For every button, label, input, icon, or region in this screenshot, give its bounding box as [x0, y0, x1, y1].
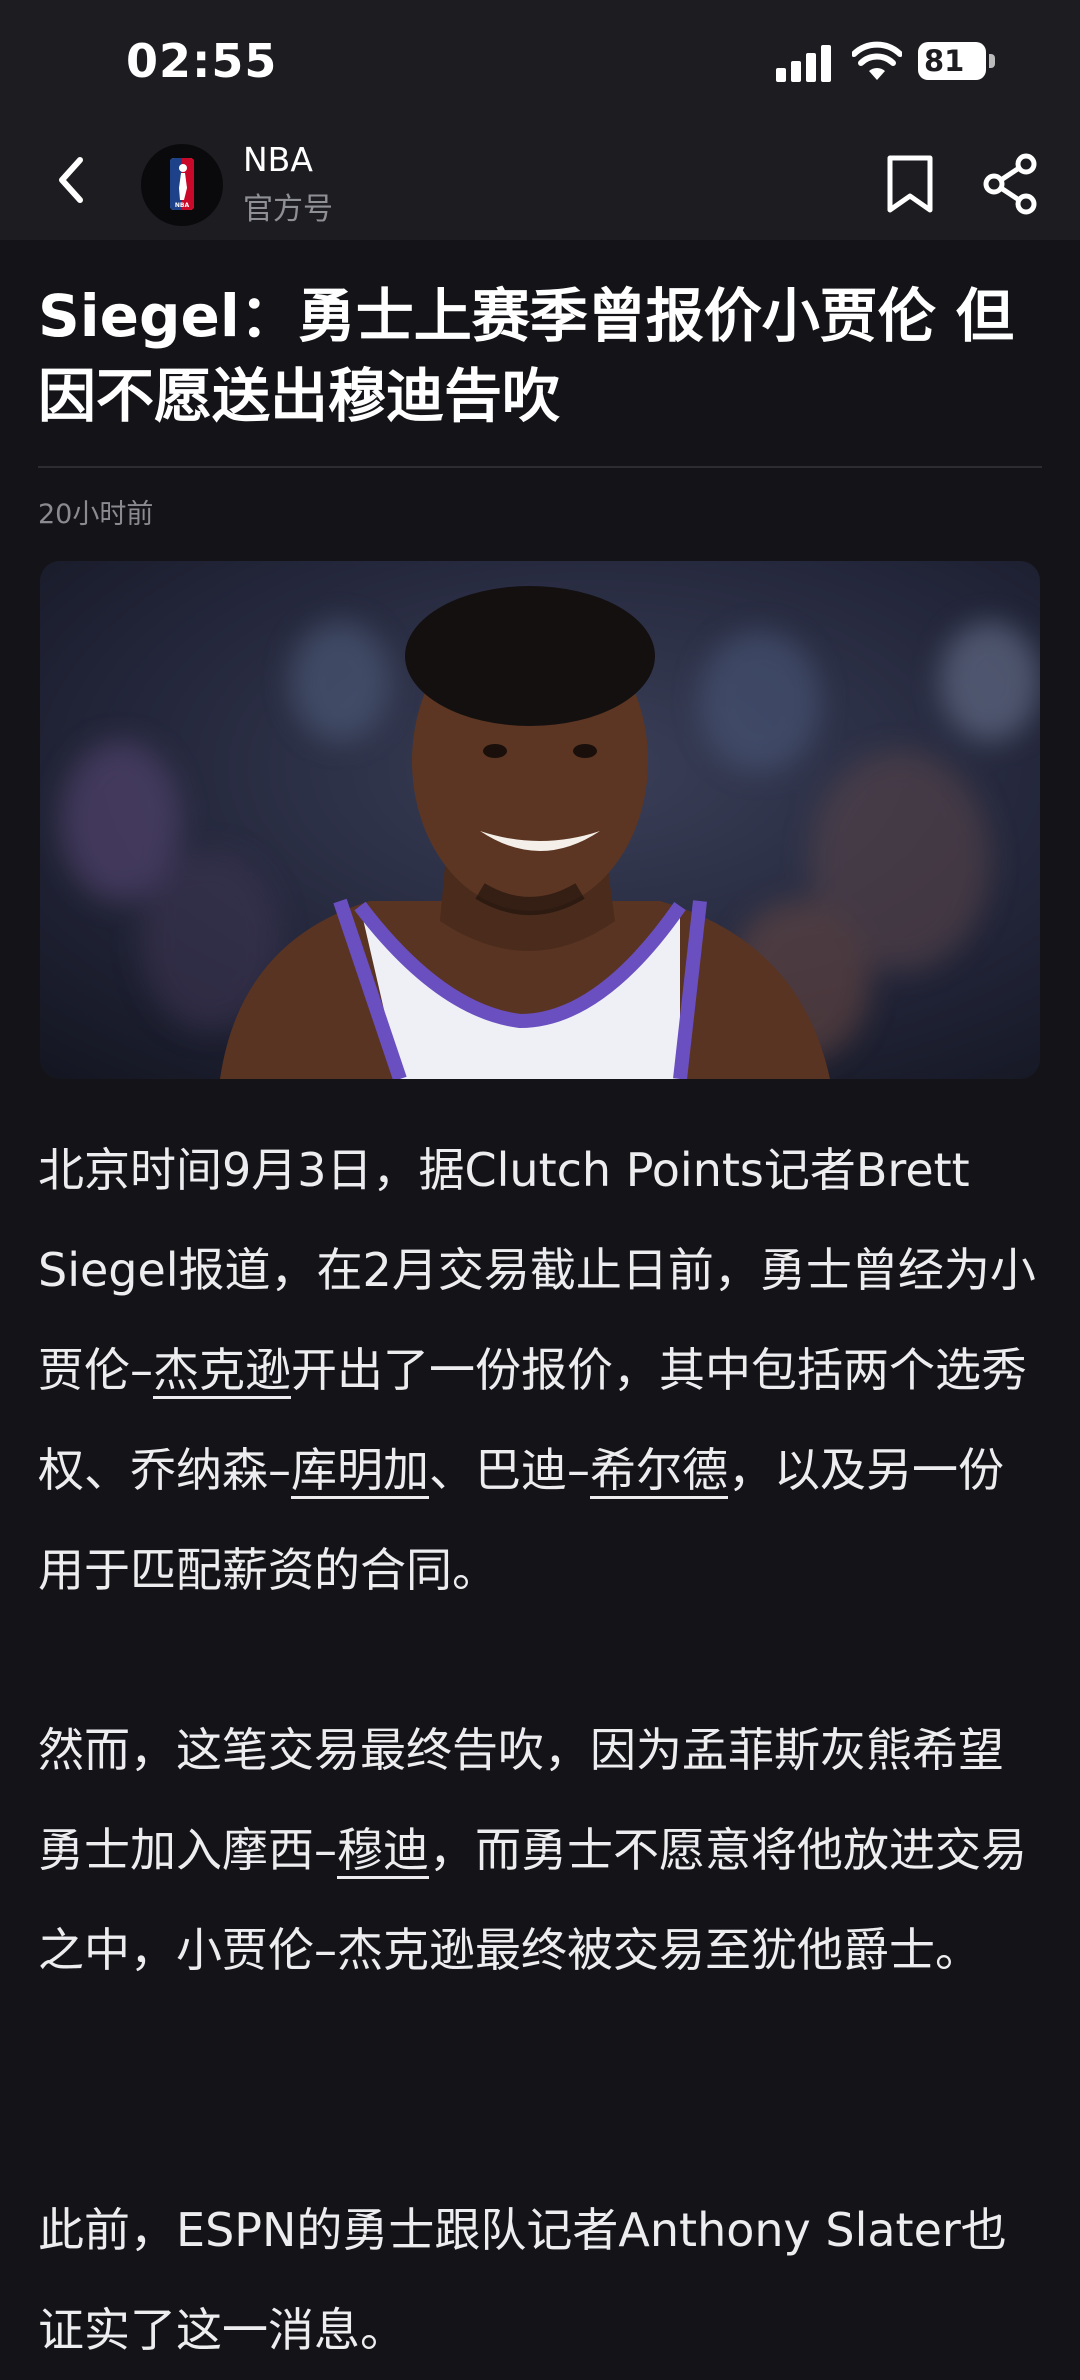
publish-time: 20小时前: [38, 499, 154, 530]
article-photo[interactable]: [40, 561, 1040, 1079]
signal-icon: [776, 45, 831, 82]
article-paragraph-2: 然而，这笔交易最终告吹，因为孟菲斯灰熊希望勇士加入摩西–穆迪，而勇士不愿意将他放…: [38, 1700, 1048, 2000]
back-icon[interactable]: [46, 150, 96, 210]
article-headline: Siegel：勇士上赛季曾报价小贾伦 但因不愿送出穆迪告吹: [38, 282, 1014, 430]
article-nav-bar: NBA NBA 官方号: [0, 130, 1080, 240]
player-link-kuminga[interactable]: 库明加: [291, 1443, 429, 1497]
battery-icon: 81: [918, 42, 998, 82]
player-link-hield[interactable]: 希尔德: [590, 1443, 728, 1497]
wifi-icon: [852, 41, 902, 80]
nba-logo[interactable]: NBA: [141, 144, 223, 226]
bookmark-icon[interactable]: [882, 152, 938, 216]
nba-logo-mark: NBA: [170, 158, 194, 210]
status-bar: 02:55 81: [0, 0, 1080, 130]
article-paragraph-1: 北京时间9月3日，据Clutch Points记者Brett Siegel报道，…: [38, 1120, 1048, 1620]
nba-logo-text: NBA: [175, 202, 190, 209]
channel-name[interactable]: NBA: [243, 140, 313, 179]
player-link-jackson[interactable]: 杰克逊: [153, 1343, 291, 1397]
paragraph-text: 、巴迪–: [429, 1443, 590, 1497]
player-photo: [40, 561, 1040, 1079]
article-paragraph-3: 此前，ESPN的勇士跟队记者Anthony Slater也证实了这一消息。: [38, 2180, 1048, 2380]
divider: [38, 466, 1042, 468]
paragraph-text: 此前，ESPN的勇士跟队记者Anthony Slater也证实了这一消息。: [38, 2203, 1007, 2357]
status-time: 02:55: [126, 34, 278, 88]
player-link-moody[interactable]: 穆迪: [337, 1823, 429, 1877]
channel-type: 官方号: [243, 192, 333, 227]
battery-level: 81: [918, 42, 986, 80]
share-icon[interactable]: [980, 152, 1042, 216]
